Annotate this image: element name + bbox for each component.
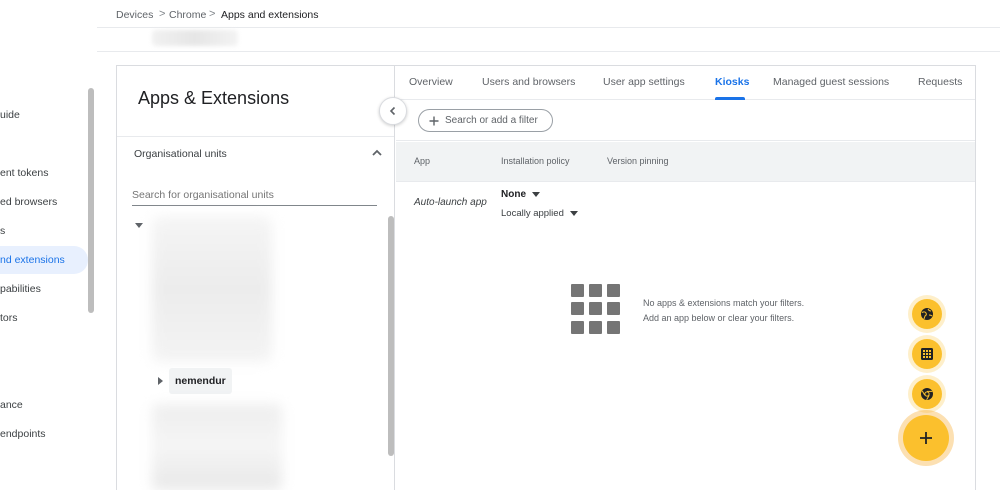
breadcrumb-chrome[interactable]: Chrome: [169, 9, 206, 21]
blurred-org-tree: [152, 216, 272, 362]
nav-item-endpoints[interactable]: endpoints: [0, 420, 46, 448]
breadcrumb-separator: >: [209, 8, 216, 20]
chevron-left-icon: [389, 106, 396, 116]
chrome-icon: [921, 388, 933, 401]
plus-icon: [920, 432, 932, 444]
blurred-org-name: [152, 30, 238, 46]
dropdown-arrow-icon: [532, 192, 540, 197]
divider: [117, 136, 394, 137]
divider: [97, 51, 1000, 52]
breadcrumb-apps-and-extensions: Apps and extensions: [221, 9, 319, 21]
nav-item-managed-browsers[interactable]: ed browsers: [0, 188, 57, 216]
empty-state-message: No apps & extensions match your filters.…: [643, 296, 804, 326]
add-app-fab[interactable]: [903, 415, 949, 461]
active-tab-indicator: [715, 97, 745, 100]
filter-bar: Search or add a filter: [396, 101, 975, 141]
installation-policy-dropdown[interactable]: None: [501, 189, 540, 200]
empty-apps-grid-icon: [571, 284, 621, 334]
nav-item-guide[interactable]: uide: [0, 101, 20, 129]
column-header-version-pinning: Version pinning: [607, 156, 669, 166]
add-android-app-button[interactable]: [912, 339, 942, 369]
collapsed-arrow-icon[interactable]: [158, 377, 163, 385]
breadcrumb-separator: >: [159, 8, 166, 20]
nav-scrollbar[interactable]: [88, 88, 94, 313]
breadcrumb-devices[interactable]: Devices: [116, 9, 153, 21]
nav-item-compliance[interactable]: ance: [0, 391, 23, 419]
org-units-panel: Apps & Extensions Organisational units n…: [117, 66, 395, 490]
column-header-app: App: [414, 156, 431, 166]
grid-apps-icon: [921, 348, 933, 360]
table-header: App Installation policy Version pinning: [396, 142, 975, 182]
org-units-scrollbar[interactable]: [388, 216, 394, 456]
plus-icon: [429, 116, 439, 125]
org-units-label: Organisational units: [134, 148, 227, 160]
blurred-org-tree: [152, 404, 282, 490]
tab-user-app-settings[interactable]: User app settings: [603, 76, 685, 88]
tab-users-and-browsers[interactable]: Users and browsers: [482, 76, 575, 88]
empty-state-line: No apps & extensions match your filters.: [643, 298, 805, 308]
kiosks-panel: Overview Users and browsers User app set…: [396, 66, 975, 490]
add-filter-button[interactable]: Search or add a filter: [418, 109, 553, 132]
collapse-panel-button[interactable]: [379, 97, 407, 125]
globe-icon: [921, 308, 933, 320]
policy-inheritance-value: Locally applied: [501, 208, 564, 219]
auto-launch-app-label: Auto-launch app: [414, 197, 487, 208]
page-title: Apps & Extensions: [138, 88, 290, 108]
add-from-url-button[interactable]: [912, 299, 942, 329]
empty-state-line: Add an app below or clear your filters.: [643, 313, 795, 323]
tab-requests[interactable]: Requests: [918, 76, 962, 88]
tab-bar: Overview Users and browsers User app set…: [396, 66, 975, 100]
chevron-up-icon[interactable]: [370, 146, 384, 160]
nav-item-enrollment-tokens[interactable]: ent tokens: [0, 159, 48, 187]
tab-kiosks[interactable]: Kiosks: [715, 76, 749, 88]
nav-item-connectors[interactable]: tors: [0, 304, 18, 332]
org-unit-selected[interactable]: nemendur: [169, 368, 232, 394]
apps-extensions-card: Apps & Extensions Organisational units n…: [116, 65, 976, 490]
policy-inheritance-dropdown[interactable]: Locally applied: [501, 208, 578, 219]
dropdown-arrow-icon: [569, 211, 578, 216]
filter-label: Search or add a filter: [445, 115, 538, 126]
column-header-installation-policy: Installation policy: [501, 156, 570, 166]
nav-item-settings[interactable]: s: [0, 217, 5, 245]
tab-managed-guest-sessions[interactable]: Managed guest sessions: [773, 76, 889, 88]
nav-item-capabilities[interactable]: pabilities: [0, 275, 41, 303]
tab-overview[interactable]: Overview: [409, 76, 453, 88]
nav-item-apps-and-extensions[interactable]: nd extensions: [0, 246, 88, 274]
policy-value: None: [501, 189, 526, 200]
breadcrumb: Devices > Chrome > Apps and extensions: [97, 0, 1000, 28]
expand-arrow-icon[interactable]: [135, 223, 143, 228]
org-units-search-input[interactable]: [132, 184, 377, 206]
add-chrome-app-button[interactable]: [912, 379, 942, 409]
left-navigation: uide ent tokens ed browsers s nd extensi…: [0, 0, 97, 490]
